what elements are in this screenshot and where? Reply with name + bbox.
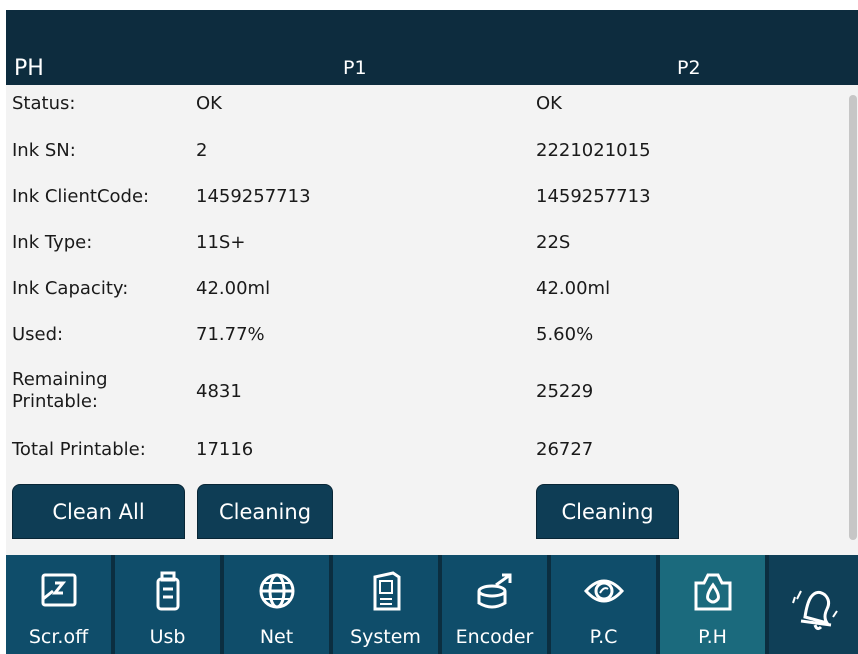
scrollbar[interactable] — [849, 95, 857, 540]
page-title: PH — [14, 56, 44, 81]
tab-label: Usb — [149, 626, 186, 648]
p2-value: 5.60% — [536, 324, 594, 345]
tab-label: P.H — [698, 626, 727, 648]
alarm-bell-button[interactable] — [769, 555, 858, 654]
p2-value: 26727 — [536, 439, 594, 460]
p1-value: 17116 — [196, 439, 254, 460]
tab-label: P.C — [589, 626, 618, 648]
p1-value: 11S+ — [196, 232, 246, 253]
tab-net[interactable]: Net — [224, 555, 331, 654]
p1-value: OK — [196, 93, 222, 114]
clean-all-button[interactable]: Clean All — [12, 484, 185, 539]
p1-value: 4831 — [196, 381, 242, 402]
tab-usb[interactable]: Usb — [115, 555, 222, 654]
top-strip — [0, 0, 858, 10]
eye-icon — [583, 579, 624, 603]
table-row-ink-type: Ink Type: 11S+ 22S — [6, 222, 846, 262]
row-label: Ink Type: — [12, 232, 93, 253]
p1-value: 1459257713 — [196, 186, 311, 207]
row-label: Ink Capacity: — [12, 278, 129, 299]
tab-label: System — [350, 626, 421, 648]
p2-value: OK — [536, 93, 562, 114]
table-row-ink-sn: Ink SN: 2 2221021015 — [6, 130, 846, 170]
cleaning-p1-button[interactable]: Cleaning — [197, 484, 333, 539]
ink-drop-icon — [694, 573, 731, 611]
tab-label: Net — [259, 626, 294, 648]
p2-value: 42.00ml — [536, 278, 611, 299]
tab-label: Scr.off — [28, 626, 89, 648]
tab-label: Encoder — [455, 626, 534, 648]
bottom-nav-bar: Scr.off Usb Net System Encoder P.C P.H — [6, 555, 858, 654]
table-header: PH P1 P2 — [6, 10, 858, 85]
p2-value: 25229 — [536, 381, 594, 402]
row-label: Ink ClientCode: — [12, 186, 150, 207]
table-row-remaining-printable: Remaining Printable: 4831 25229 — [6, 365, 846, 415]
table-row-client-code: Ink ClientCode: 1459257713 1459257713 — [6, 176, 846, 216]
row-label-line1: Remaining — [12, 369, 108, 390]
tab-pc[interactable]: P.C — [551, 555, 658, 654]
row-label-line2: Printable: — [12, 391, 99, 412]
tab-system[interactable]: System — [333, 555, 440, 654]
row-label: Used: — [12, 324, 64, 345]
encoder-icon — [477, 573, 511, 609]
row-label: Status: — [12, 93, 76, 114]
table-row-total-printable: Total Printable: 17116 26727 — [6, 429, 846, 469]
p2-value: 2221021015 — [536, 140, 651, 161]
row-label: Ink SN: — [12, 140, 76, 161]
p1-value: 42.00ml — [196, 278, 271, 299]
tab-encoder[interactable]: Encoder — [442, 555, 549, 654]
tab-ph[interactable]: P.H — [660, 555, 767, 654]
table-row-used: Used: 71.77% 5.60% — [6, 314, 846, 354]
system-icon — [373, 571, 400, 611]
table-row-status: Status: OK OK — [6, 85, 846, 125]
row-label: Total Printable: — [12, 439, 146, 460]
tab-scr-off[interactable]: Scr.off — [6, 555, 113, 654]
column-header-p1: P1 — [343, 57, 367, 79]
p2-value: 22S — [536, 232, 571, 253]
usb-icon — [156, 571, 179, 611]
cleaning-p2-button[interactable]: Cleaning — [536, 484, 679, 539]
screen-off-icon — [41, 573, 76, 607]
table-row-ink-capacity: Ink Capacity: 42.00ml 42.00ml — [6, 268, 846, 308]
globe-icon — [259, 573, 294, 609]
p1-value: 71.77% — [196, 324, 265, 345]
p2-value: 1459257713 — [536, 186, 651, 207]
p1-value: 2 — [196, 140, 208, 161]
column-header-p2: P2 — [677, 57, 701, 79]
bell-icon — [791, 590, 838, 631]
